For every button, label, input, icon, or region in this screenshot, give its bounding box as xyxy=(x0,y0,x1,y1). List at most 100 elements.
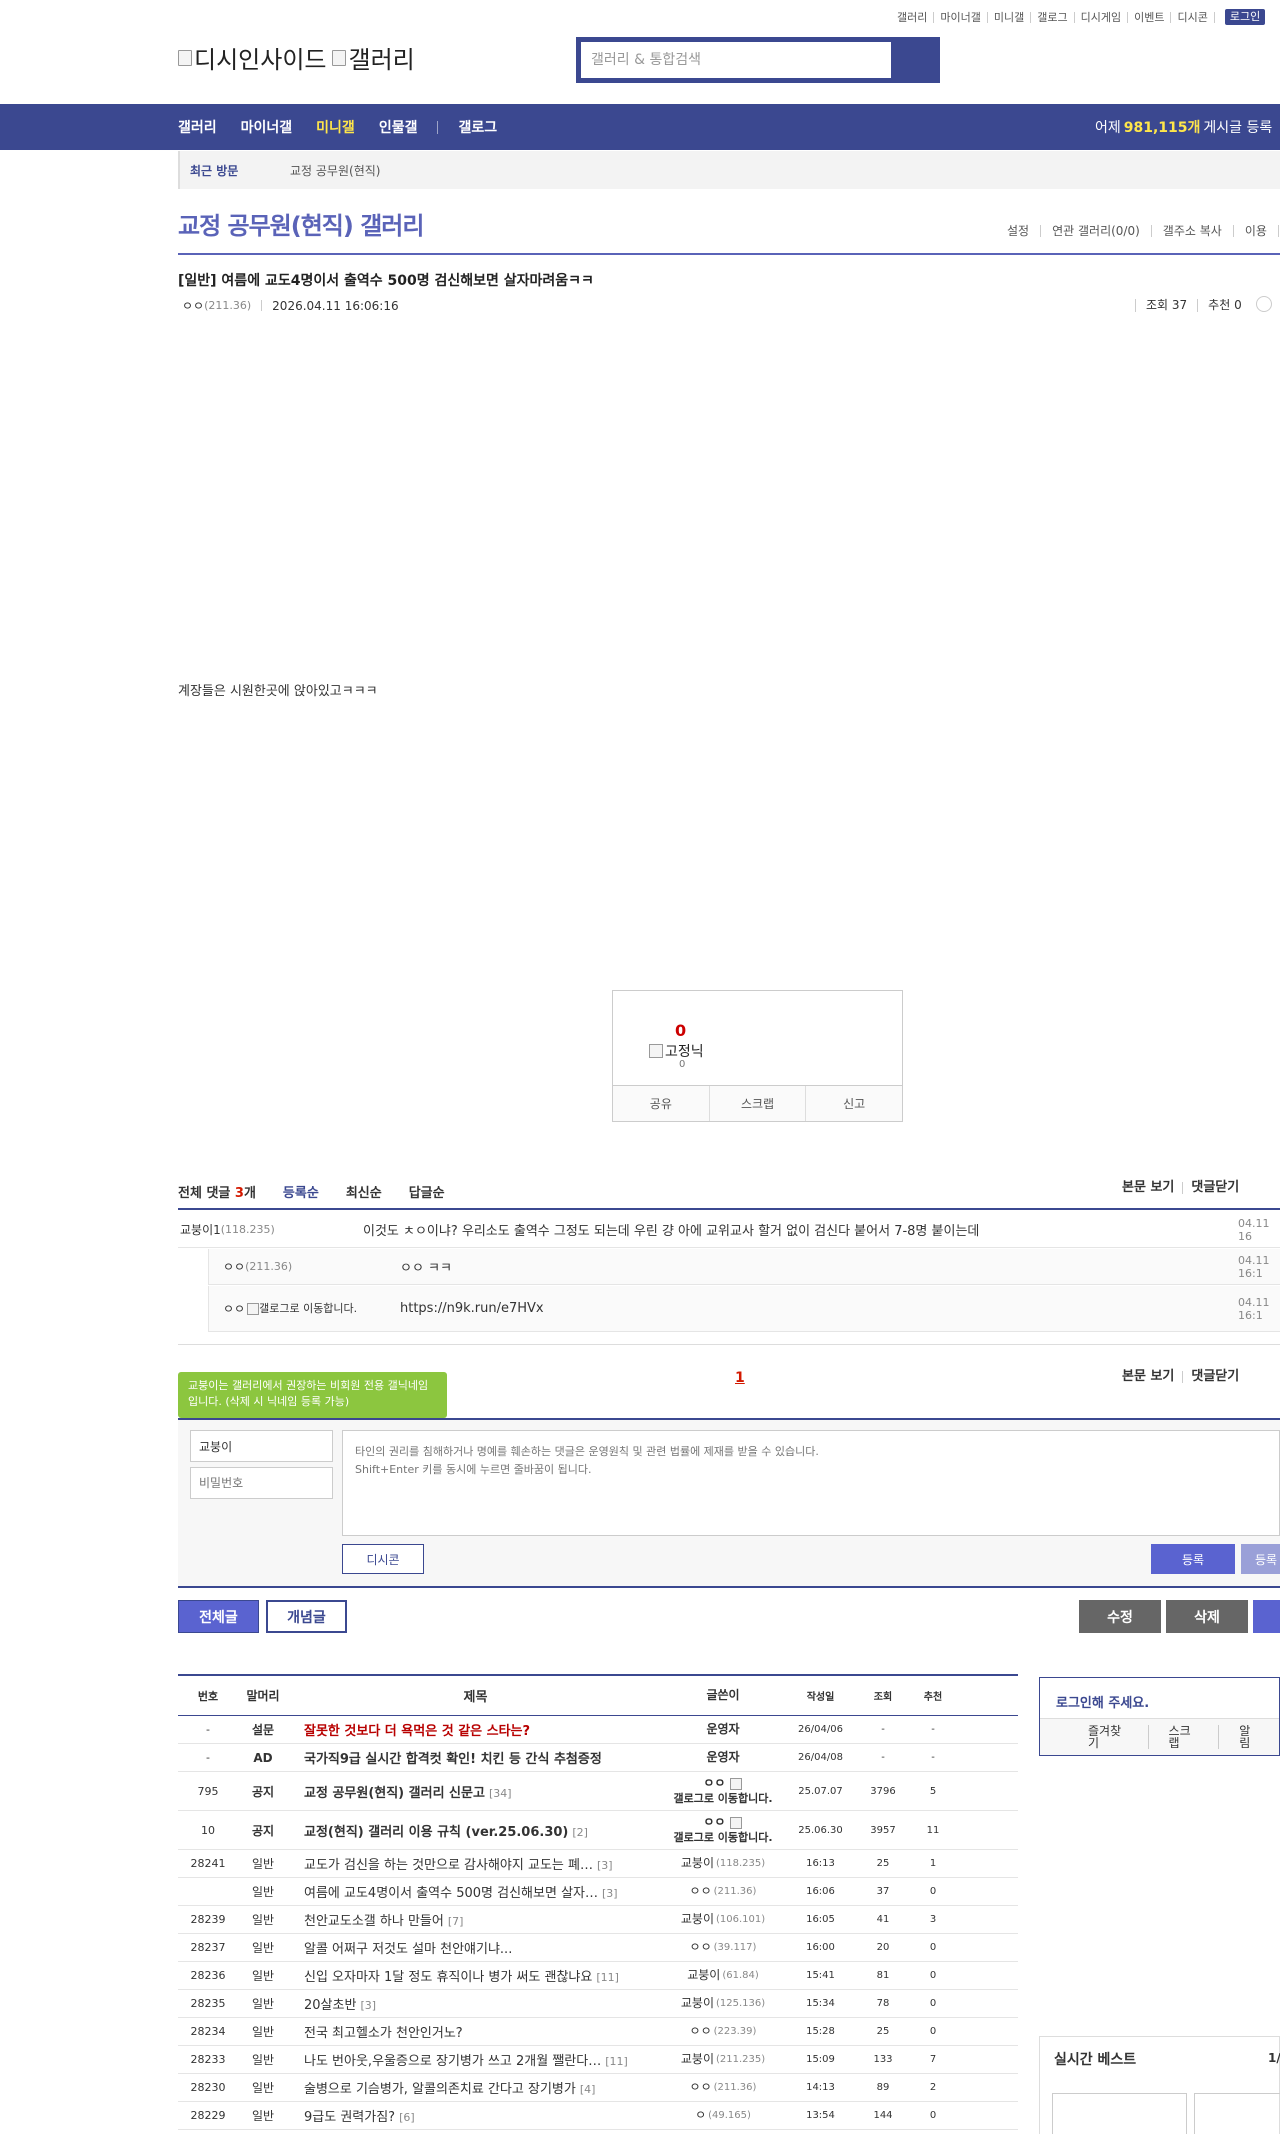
tool-copy-address[interactable]: 갤주소 복사 xyxy=(1152,225,1234,237)
nav-person[interactable]: 인물갤 xyxy=(379,117,418,137)
nav-mini[interactable]: 미니갤 xyxy=(316,117,355,137)
dccon-button[interactable]: 디시콘 xyxy=(342,1544,424,1574)
table-row[interactable]: - AD 국가직9급 실시간 합격컷 확인! 치킨 등 간식 추첨증정 운영자 26/0… xyxy=(178,1744,1018,1772)
post-writer[interactable]: 교붕이 xyxy=(681,1912,714,1927)
best-thumbnail[interactable] xyxy=(1194,2093,1280,2134)
gallery-title[interactable]: 교정 공무원(현직) 갤러리 xyxy=(178,206,424,241)
reply-count[interactable]: [11] xyxy=(596,1971,619,1984)
notification-link[interactable]: 알림 xyxy=(1239,1725,1279,1749)
table-row[interactable]: - 설문 잘못한 것보다 더 욕먹은 것 같은 스타는? 운영자 26/04/06 - - xyxy=(178,1716,1018,1744)
post-writer[interactable]: 교붕이 xyxy=(681,1856,714,1871)
table-row[interactable]: 28230 일반 술병으로 기슴병가, 알콜의존치료 간다고 장기병가 [4] ㅇㅇ (2… xyxy=(178,2074,1018,2102)
password-input[interactable] xyxy=(190,1467,333,1499)
post-writer[interactable]: ㅇㅇ xyxy=(690,2024,712,2039)
toplink-dccon[interactable]: 디시콘 xyxy=(1171,11,1215,23)
scrap-button[interactable]: 스크랩 xyxy=(710,1086,807,1121)
reply-count[interactable]: [3] xyxy=(602,1887,618,1900)
table-row[interactable]: 795 공지 교정 공무원(현직) 갤러리 신문고 [34] ㅇㅇ 갤로그로 이동합니다… xyxy=(178,1772,1018,1811)
reply-count[interactable]: [3] xyxy=(360,1999,376,2012)
post-title-link[interactable]: 교정(현직) 갤러리 이용 규칙 (ver.25.06.30) [2] xyxy=(288,1821,663,1840)
post-writer[interactable]: 교붕이 xyxy=(681,2052,714,2067)
post-writer[interactable]: 운영자 xyxy=(706,1722,739,1737)
table-row[interactable]: 28235 일반 20살초반 [3] 교붕이 (125.136) 15:34 78 0 xyxy=(178,1990,1018,2018)
comment-page-1[interactable]: 1 xyxy=(735,1370,745,1386)
register-with-dccon-button[interactable]: 등록 xyxy=(1241,1544,1280,1574)
post-title-link[interactable]: 20살초반 [3] xyxy=(288,1994,663,2013)
tool-usage[interactable]: 이용 xyxy=(1234,225,1279,237)
table-row[interactable]: 28239 일반 천안교도소갤 하나 만들어 [7] 교붕이 (106.101) 16:05… xyxy=(178,1906,1018,1934)
toplink-gallery[interactable]: 갤러리 xyxy=(891,11,935,23)
gallog-icon[interactable] xyxy=(729,1777,742,1790)
post-title-link[interactable]: 잘못한 것보다 더 욕먹은 것 같은 스타는? xyxy=(288,1720,663,1739)
reply-count[interactable]: [4] xyxy=(580,2083,596,2096)
sort-replies[interactable]: 답글순 xyxy=(409,1182,445,1201)
post-title-link[interactable]: 국가직9급 실시간 합격컷 확인! 치킨 등 간식 추첨증정 xyxy=(288,1748,663,1767)
table-row[interactable]: 일반 여름에 교도4명이서 출역수 500명 검신해보면 살자… [3] ㅇㅇ (211… xyxy=(178,1878,1018,1906)
table-row[interactable]: 28229 일반 9급도 권력가짐? [6] ㅇ (49.165) 13:54 144 0 xyxy=(178,2102,1018,2130)
comment-nick[interactable]: 교붕이 xyxy=(180,1221,213,1238)
nav-gallog[interactable]: 갤로그 xyxy=(458,117,497,137)
toplink-minor[interactable]: 마이너갤 xyxy=(934,11,988,23)
view-body-link[interactable]: 본문 보기 xyxy=(1122,1370,1182,1383)
reply-count[interactable]: [11] xyxy=(605,2055,628,2068)
sort-registered[interactable]: 등록순 xyxy=(283,1182,319,1201)
close-comments-link[interactable]: 댓글닫기 xyxy=(1182,1370,1247,1383)
reply-count[interactable]: [2] xyxy=(572,1826,588,1839)
edit-button[interactable]: 수정 xyxy=(1079,1600,1161,1633)
site-logo[interactable]: 디시인사이드 갤러리 xyxy=(178,40,415,75)
login-prompt[interactable]: 로그인해 주세요. xyxy=(1056,1692,1149,1711)
tool-related[interactable]: 연관 갤러리(0/0) xyxy=(1041,225,1152,237)
post-title-link[interactable]: 술병으로 기슴병가, 알콜의존치료 간다고 장기병가 [4] xyxy=(288,2078,663,2097)
comment-textarea[interactable] xyxy=(342,1430,1280,1536)
comment-nick[interactable]: ㅇㅇ xyxy=(223,1303,245,1315)
post-writer[interactable]: 운영자 xyxy=(706,1750,739,1765)
best-thumbnail[interactable] xyxy=(1052,2093,1187,2134)
table-row[interactable]: 10 공지 교정(현직) 갤러리 이용 규칙 (ver.25.06.30) [2] ㅇㅇ… xyxy=(178,1811,1018,1850)
nav-minor[interactable]: 마이너갤 xyxy=(241,117,293,137)
register-button[interactable]: 등록 xyxy=(1151,1544,1235,1574)
post-title-link[interactable]: 나도 번아웃,우울증으로 장기병가 쓰고 2개월 쨀란다… [11] xyxy=(288,2050,663,2069)
concept-posts-button[interactable]: 개념글 xyxy=(266,1600,347,1633)
toplink-gallog[interactable]: 갤로그 xyxy=(1031,11,1075,23)
nickname-input[interactable] xyxy=(190,1430,333,1462)
reply-count[interactable]: [34] xyxy=(489,1787,512,1800)
toplink-mini[interactable]: 미니갤 xyxy=(988,11,1032,23)
post-title-link[interactable]: 9급도 권력가짐? [6] xyxy=(288,2106,663,2125)
post-title-link[interactable]: 신입 오자마자 1달 정도 휴직이나 병가 써도 괜찮냐요 [11] xyxy=(288,1966,663,1985)
toplink-dcgame[interactable]: 디시게임 xyxy=(1075,11,1129,23)
recent-gallery-link[interactable]: 교정 공무원(현직) xyxy=(290,162,380,179)
reply-count[interactable]: [7] xyxy=(448,1915,464,1928)
scrap-link[interactable]: 스크랩 xyxy=(1169,1725,1220,1749)
post-writer[interactable]: ㅇㅇ xyxy=(182,297,204,314)
gallog-icon[interactable] xyxy=(247,1302,260,1315)
post-writer[interactable]: ㅇㅇ xyxy=(690,1884,712,1899)
reply-count[interactable]: [3] xyxy=(597,1859,613,1872)
post-writer[interactable]: ㅇㅇ xyxy=(690,2080,712,2095)
table-row[interactable]: 28241 일반 교도가 검신을 하는 것만으로 감사해야지 교도는 폐… [3] 교붕… xyxy=(178,1850,1018,1878)
delete-button[interactable]: 삭제 xyxy=(1166,1600,1248,1633)
table-row[interactable]: 28234 일반 전국 최고헬소가 천안인거노? ㅇㅇ (223.39) 15:28 25 0 xyxy=(178,2018,1018,2046)
table-row[interactable]: 28233 일반 나도 번아웃,우울증으로 장기병가 쓰고 2개월 쨀란다… [11]… xyxy=(178,2046,1018,2074)
post-writer[interactable]: 교붕이 xyxy=(687,1968,720,1983)
post-title-link[interactable]: 교정 공무원(현직) 갤러리 신문고 [34] xyxy=(288,1782,663,1801)
favorites-link[interactable]: 즐겨찾기 xyxy=(1088,1725,1149,1749)
write-button[interactable] xyxy=(1253,1600,1280,1633)
reply-count[interactable]: [6] xyxy=(399,2111,415,2124)
nav-gallery[interactable]: 갤러리 xyxy=(178,117,217,137)
post-writer[interactable]: ㅇㅇ xyxy=(703,1815,725,1830)
share-button[interactable]: 공유 xyxy=(613,1086,710,1121)
post-writer[interactable]: ㅇㅇ xyxy=(703,1776,725,1791)
post-title-link[interactable]: 교도가 검신을 하는 것만으로 감사해야지 교도는 폐… [3] xyxy=(288,1854,663,1873)
tool-settings[interactable]: 설정 xyxy=(1007,225,1042,237)
view-body-link[interactable]: 본문 보기 xyxy=(1122,1181,1182,1194)
post-title-link[interactable]: 알콜 어쩌구 저것도 설마 천안얘기냐... xyxy=(288,1938,663,1957)
post-title-link[interactable]: 여름에 교도4명이서 출역수 500명 검신해보면 살자… [3] xyxy=(288,1882,663,1901)
comment-nick[interactable]: ㅇㅇ xyxy=(223,1258,245,1275)
comment-bubble-icon[interactable] xyxy=(1255,296,1272,312)
toplink-event[interactable]: 이벤트 xyxy=(1128,11,1172,23)
sort-latest[interactable]: 최신순 xyxy=(346,1182,382,1201)
gallog-icon[interactable] xyxy=(729,1816,742,1829)
all-posts-button[interactable]: 전체글 xyxy=(178,1600,259,1633)
post-writer[interactable]: ㅇ xyxy=(695,2108,706,2123)
close-comments-link[interactable]: 댓글닫기 xyxy=(1182,1181,1247,1194)
